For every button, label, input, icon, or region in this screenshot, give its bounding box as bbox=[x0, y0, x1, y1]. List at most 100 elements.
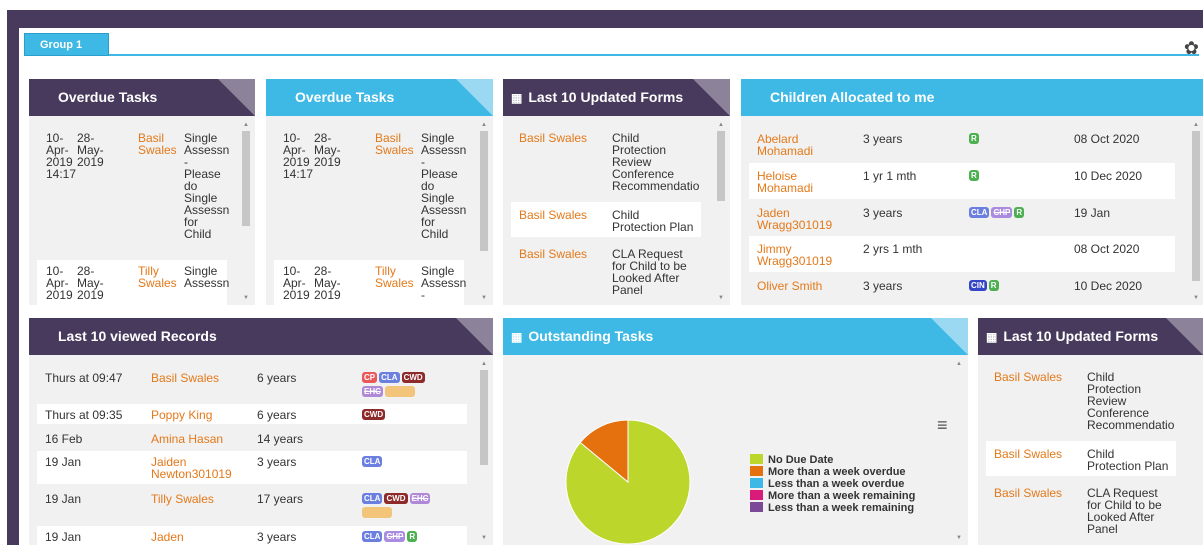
child-age: 17 years bbox=[257, 492, 304, 506]
child-name-link: Swales bbox=[138, 276, 177, 290]
form-child-link[interactable]: Basil Swales bbox=[519, 132, 587, 144]
badge-group: CLA CHP R bbox=[362, 530, 447, 544]
pie-chart[interactable] bbox=[563, 417, 693, 545]
scrollbar[interactable]: ▲ ▼ bbox=[479, 121, 489, 302]
form-child-link[interactable]: Basil Swales bbox=[519, 209, 587, 221]
forms-list[interactable]: Basil Swales Child Protection Review Confere… bbox=[503, 116, 730, 305]
child-age: 3 years bbox=[257, 530, 297, 544]
legend-label: More than a week remaining bbox=[768, 490, 916, 502]
panel-header: Overdue Tasks bbox=[29, 79, 255, 116]
task-text: Assessn bbox=[184, 276, 230, 290]
status-badge: CIN bbox=[969, 280, 987, 292]
viewed-time: Thurs at 09:47 bbox=[45, 371, 123, 385]
panel-overdue-tasks-2: Overdue Tasks 10- Apr- 2019 14:17 28- May- 201… bbox=[266, 79, 493, 305]
status-badge: CWD bbox=[401, 372, 425, 384]
viewed-time: 19 Jan bbox=[45, 492, 82, 506]
panel-header: ▦ Outstanding Tasks bbox=[503, 318, 968, 355]
form-name: Panel bbox=[1087, 522, 1118, 536]
child-name-link: Swales bbox=[138, 143, 177, 157]
panel-header: Overdue Tasks bbox=[266, 79, 493, 116]
form-name: Recommendatio bbox=[612, 179, 700, 193]
created-date: 14:17 bbox=[46, 167, 77, 181]
gear-icon[interactable]: ✿ bbox=[1184, 38, 1199, 59]
due-date: 2019 bbox=[314, 288, 341, 302]
child-name-link: Swales bbox=[375, 276, 414, 290]
panel-title: Overdue Tasks bbox=[58, 89, 158, 105]
children-list[interactable]: Abelard Mohamadi 3 years R 08 Oct 2020 Helois… bbox=[741, 116, 1203, 305]
child-name-link: Newton301019 bbox=[151, 467, 232, 481]
panel-title: Children Allocated to me bbox=[770, 89, 935, 105]
legend-item[interactable]: More than a week overdue bbox=[750, 466, 915, 478]
scrollbar[interactable]: ▲ ▼ bbox=[1191, 121, 1201, 302]
child-age: 3 years bbox=[257, 455, 297, 469]
scrollbar[interactable]: ▲ ▼ bbox=[479, 360, 489, 542]
scrollbar[interactable]: ▲ ▼ bbox=[716, 121, 726, 302]
status-badge: EHC bbox=[362, 386, 383, 398]
legend-label: More than a week overdue bbox=[768, 466, 906, 478]
status-badge bbox=[384, 386, 415, 398]
scrollbar[interactable]: ▲ ▼ bbox=[241, 121, 251, 302]
allocation-date: 08 Oct 2020 bbox=[1074, 242, 1140, 256]
allocation-date: 08 Oct 2020 bbox=[1074, 132, 1140, 146]
form-child-link[interactable]: Basil Swales bbox=[994, 448, 1062, 460]
due-date: 2019 bbox=[314, 155, 341, 169]
status-badge: EHC bbox=[409, 493, 431, 505]
child-name-link: Swales bbox=[375, 143, 414, 157]
created-date: 2019 bbox=[46, 288, 73, 302]
child-name-link: Mohamadi bbox=[757, 144, 814, 158]
legend-item[interactable]: Less than a week overdue bbox=[750, 478, 915, 490]
status-badge: CLA bbox=[379, 372, 400, 384]
form-child-link[interactable]: Basil Swales bbox=[994, 487, 1062, 499]
allocation-date: 10 Dec 2020 bbox=[1074, 279, 1143, 293]
task-text: - bbox=[421, 288, 425, 302]
status-badge: CLA bbox=[362, 456, 383, 468]
panel-title: Last 10 Updated Forms bbox=[528, 89, 684, 105]
legend-item[interactable]: More than a week remaining bbox=[750, 490, 915, 502]
panel-updated-forms-2: ▦ Last 10 Updated Forms Basil Swales Child… bbox=[978, 318, 1203, 545]
panel-header: Children Allocated to me bbox=[741, 79, 1203, 116]
legend-label: Less than a week remaining bbox=[768, 502, 915, 514]
viewed-time: 19 Jan bbox=[45, 530, 82, 544]
panel-overdue-tasks-1: Overdue Tasks 10- Apr- 2019 14:17 28- May- 201… bbox=[29, 79, 255, 305]
legend-swatch bbox=[750, 478, 763, 488]
viewed-list[interactable]: Thurs at 09:47 Basil Swales 6 years CP CLA CW… bbox=[29, 355, 493, 545]
child-age: 14 years bbox=[257, 432, 304, 446]
panel-header: Last 10 viewed Records bbox=[29, 318, 493, 355]
status-badge: CHP bbox=[991, 207, 1013, 219]
hamburger-menu-icon[interactable]: ≡ bbox=[937, 415, 948, 436]
form-child-link[interactable]: Basil Swales bbox=[994, 371, 1062, 383]
child-name-link: Tilly Swales bbox=[151, 492, 214, 506]
overdue-list[interactable]: 10- Apr- 2019 14:17 28- May- 2019 Basil Swales Si… bbox=[29, 116, 255, 305]
chart-legend: No Due Date More than a week overdue Less … bbox=[750, 454, 915, 514]
scrollbar[interactable]: ▲ ▼ bbox=[954, 360, 964, 542]
child-name-link: Wragg301019 bbox=[757, 218, 833, 232]
legend-item[interactable]: Less than a week remaining bbox=[750, 502, 915, 514]
viewed-time: 19 Jan bbox=[45, 455, 82, 469]
status-badge: CP bbox=[362, 372, 378, 384]
form-name: Protection Plan bbox=[612, 220, 694, 234]
status-badge: CLA bbox=[969, 207, 990, 219]
child-name-link: Jaden bbox=[151, 530, 184, 544]
status-badge: CWD bbox=[384, 493, 408, 505]
tab-group-1[interactable]: Group 1 bbox=[24, 33, 109, 56]
status-badge bbox=[362, 507, 392, 519]
panel-children-allocated: Children Allocated to me Abelard Mohamadi… bbox=[741, 79, 1203, 305]
legend-swatch bbox=[750, 454, 763, 464]
child-age: 1 yr 1 mth bbox=[863, 169, 917, 183]
panel-title: Overdue Tasks bbox=[295, 89, 395, 105]
child-name-link: Mohamadi bbox=[757, 181, 814, 195]
form-child-link[interactable]: Basil Swales bbox=[519, 248, 587, 260]
legend-item[interactable]: No Due Date bbox=[750, 454, 915, 466]
legend-swatch bbox=[750, 502, 763, 512]
child-age: 2 yrs 1 mth bbox=[863, 242, 923, 256]
overdue-list[interactable]: 10- Apr- 2019 14:17 28- May- 2019 Basil Swales Si… bbox=[266, 116, 493, 305]
child-age: 6 years bbox=[257, 371, 297, 385]
panel-header: ▦ Last 10 Updated Forms bbox=[978, 318, 1203, 355]
forms-list[interactable]: Basil Swales Child Protection Review Confere… bbox=[978, 355, 1203, 545]
child-age: 3 years bbox=[863, 279, 903, 293]
child-age: 6 years bbox=[257, 408, 297, 422]
task-text: Child bbox=[421, 227, 449, 241]
panel-title: Last 10 viewed Records bbox=[58, 328, 217, 344]
grid-icon: ▦ bbox=[986, 330, 998, 344]
legend-swatch bbox=[750, 466, 763, 476]
